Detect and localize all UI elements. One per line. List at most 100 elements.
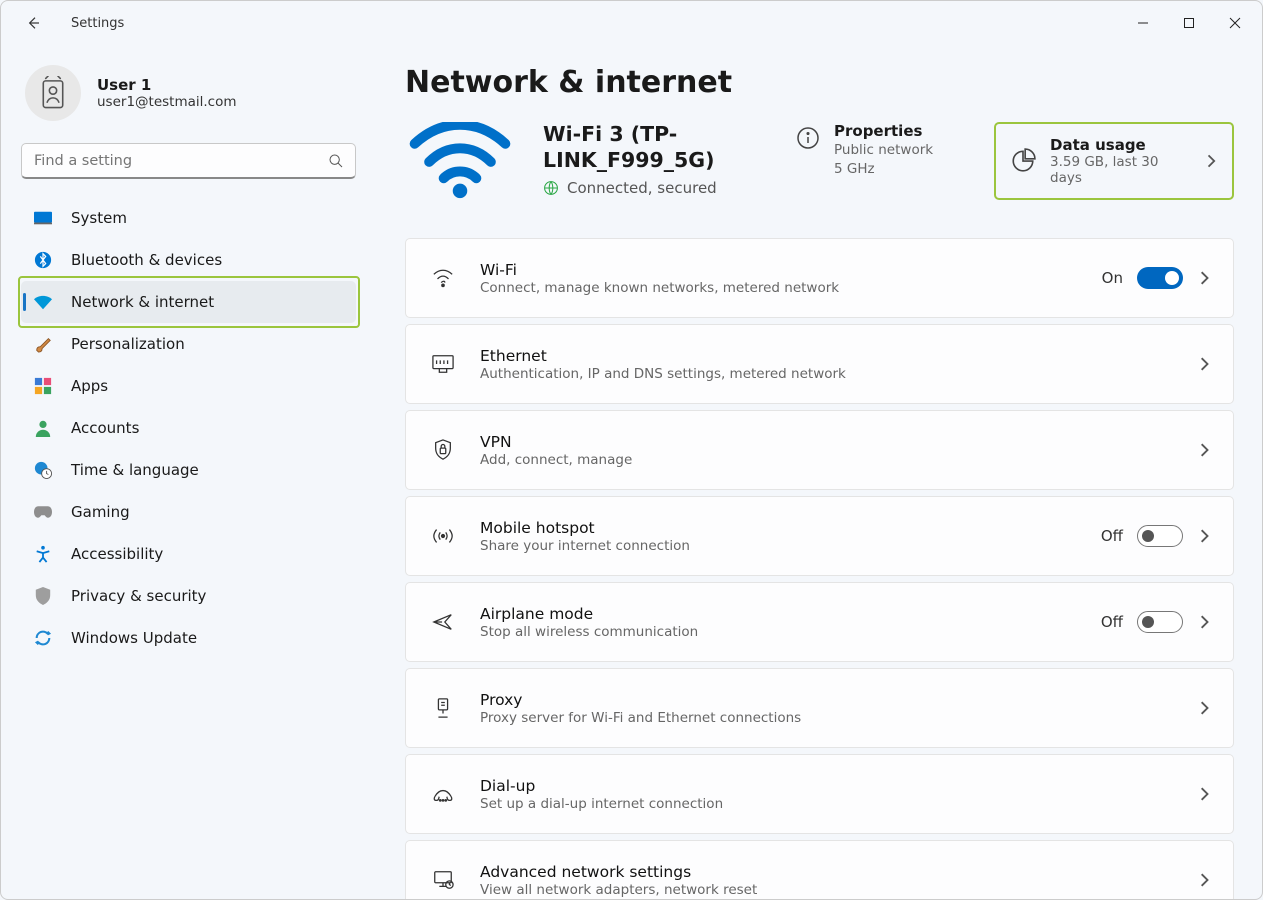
globe-clock-icon: [33, 460, 53, 480]
search-wrap: [21, 143, 356, 179]
sidebar-item-apps[interactable]: Apps: [21, 365, 356, 407]
chevron-right-icon: [1197, 443, 1211, 457]
connection-state: Connected, secured: [567, 179, 717, 197]
toggle-label: Off: [1101, 613, 1123, 631]
profile-name: User 1: [97, 76, 237, 94]
card-title: Advanced network settings: [480, 863, 757, 881]
back-icon[interactable]: [25, 15, 41, 31]
card-dialup[interactable]: Dial-up Set up a dial-up internet connec…: [405, 754, 1234, 834]
info-icon: [796, 126, 820, 150]
avatar: [25, 65, 81, 121]
card-sub: Share your internet connection: [480, 538, 690, 554]
sidebar-item-accounts[interactable]: Accounts: [21, 407, 356, 449]
profile-block[interactable]: User 1 user1@testmail.com: [21, 61, 357, 143]
titlebar: Settings: [1, 1, 1262, 45]
chevron-right-icon: [1197, 701, 1211, 715]
sidebar-item-label: Time & language: [71, 461, 199, 479]
sidebar-item-label: Privacy & security: [71, 587, 206, 605]
search-input[interactable]: [21, 143, 356, 179]
sidebar-item-label: Apps: [71, 377, 108, 395]
accessibility-icon: [33, 544, 53, 564]
chevron-right-icon: [1197, 873, 1211, 887]
connection-name: Wi-Fi 3 (TP-LINK_F999_5G): [543, 122, 768, 173]
data-usage-detail: 3.59 GB, last 30 days: [1050, 154, 1190, 186]
card-title: Ethernet: [480, 347, 846, 365]
sidebar-item-time-language[interactable]: Time & language: [21, 449, 356, 491]
wifi-large-icon: [405, 122, 515, 200]
sidebar-item-accessibility[interactable]: Accessibility: [21, 533, 356, 575]
shield-icon: [33, 586, 53, 606]
sidebar-item-gaming[interactable]: Gaming: [21, 491, 356, 533]
properties-title: Properties: [834, 122, 933, 140]
advanced-icon: [428, 869, 458, 891]
sidebar-item-personalization[interactable]: Personalization: [21, 323, 356, 365]
card-sub: Stop all wireless communication: [480, 624, 698, 640]
properties-block[interactable]: Properties Public network 5 GHz: [796, 122, 966, 178]
card-ethernet[interactable]: Ethernet Authentication, IP and DNS sett…: [405, 324, 1234, 404]
sidebar-item-network[interactable]: Network & internet: [21, 281, 356, 323]
card-proxy[interactable]: Proxy Proxy server for Wi-Fi and Etherne…: [405, 668, 1234, 748]
card-mobile-hotspot[interactable]: Mobile hotspot Share your internet conne…: [405, 496, 1234, 576]
app-name: Settings: [71, 16, 124, 31]
sidebar-item-privacy[interactable]: Privacy & security: [21, 575, 356, 617]
globe-secure-icon: [543, 180, 559, 196]
card-sub: Connect, manage known networks, metered …: [480, 280, 839, 296]
data-usage-block[interactable]: Data usage 3.59 GB, last 30 days: [994, 122, 1234, 200]
vpn-icon: [428, 439, 458, 461]
sidebar-item-label: System: [71, 209, 127, 227]
sidebar-item-label: Gaming: [71, 503, 130, 521]
close-button[interactable]: [1212, 7, 1258, 39]
monitor-icon: [33, 208, 53, 228]
chevron-right-icon: [1197, 787, 1211, 801]
chevron-right-icon: [1204, 154, 1218, 168]
window-controls: [1120, 7, 1258, 39]
proxy-icon: [428, 697, 458, 719]
sidebar-item-label: Network & internet: [71, 293, 214, 311]
search-icon: [328, 153, 344, 169]
card-vpn[interactable]: VPN Add, connect, manage: [405, 410, 1234, 490]
sidebar-item-label: Personalization: [71, 335, 185, 353]
wifi-icon: [33, 292, 53, 312]
cards: Wi-Fi Connect, manage known networks, me…: [405, 238, 1234, 899]
card-sub: Authentication, IP and DNS settings, met…: [480, 366, 846, 382]
maximize-button[interactable]: [1166, 7, 1212, 39]
main-panel: Network & internet Wi-Fi 3 (TP-LINK_F999…: [371, 45, 1262, 899]
airplane-toggle[interactable]: [1137, 611, 1183, 633]
pie-icon: [1010, 148, 1036, 174]
wifi-toggle[interactable]: [1137, 267, 1183, 289]
dialup-icon: [428, 783, 458, 805]
nav: System Bluetooth & devices Network & int…: [21, 197, 357, 659]
page-title: Network & internet: [405, 65, 1234, 100]
minimize-button[interactable]: [1120, 7, 1166, 39]
sidebar-item-label: Bluetooth & devices: [71, 251, 222, 269]
hotspot-toggle[interactable]: [1137, 525, 1183, 547]
properties-line2: 5 GHz: [834, 160, 933, 178]
card-title: VPN: [480, 433, 632, 451]
card-airplane-mode[interactable]: Airplane mode Stop all wireless communic…: [405, 582, 1234, 662]
sidebar-item-windows-update[interactable]: Windows Update: [21, 617, 356, 659]
card-title: Wi-Fi: [480, 261, 839, 279]
card-advanced[interactable]: Advanced network settings View all netwo…: [405, 840, 1234, 899]
chevron-right-icon: [1197, 529, 1211, 543]
card-sub: Proxy server for Wi-Fi and Ethernet conn…: [480, 710, 801, 726]
card-sub: Set up a dial-up internet connection: [480, 796, 723, 812]
card-sub: Add, connect, manage: [480, 452, 632, 468]
airplane-icon: [428, 611, 458, 633]
card-sub: View all network adapters, network reset: [480, 882, 757, 898]
profile-email: user1@testmail.com: [97, 94, 237, 110]
apps-icon: [33, 376, 53, 396]
properties-line1: Public network: [834, 141, 933, 159]
card-title: Airplane mode: [480, 605, 698, 623]
wifi-icon: [428, 267, 458, 289]
sidebar-item-system[interactable]: System: [21, 197, 356, 239]
card-title: Dial-up: [480, 777, 723, 795]
ethernet-icon: [428, 353, 458, 375]
card-wifi[interactable]: Wi-Fi Connect, manage known networks, me…: [405, 238, 1234, 318]
sidebar-item-label: Accessibility: [71, 545, 163, 563]
update-icon: [33, 628, 53, 648]
card-title: Proxy: [480, 691, 801, 709]
connection-block[interactable]: Wi-Fi 3 (TP-LINK_F999_5G) Connected, sec…: [543, 122, 768, 197]
person-icon: [33, 418, 53, 438]
gamepad-icon: [33, 502, 53, 522]
sidebar-item-bluetooth[interactable]: Bluetooth & devices: [21, 239, 356, 281]
